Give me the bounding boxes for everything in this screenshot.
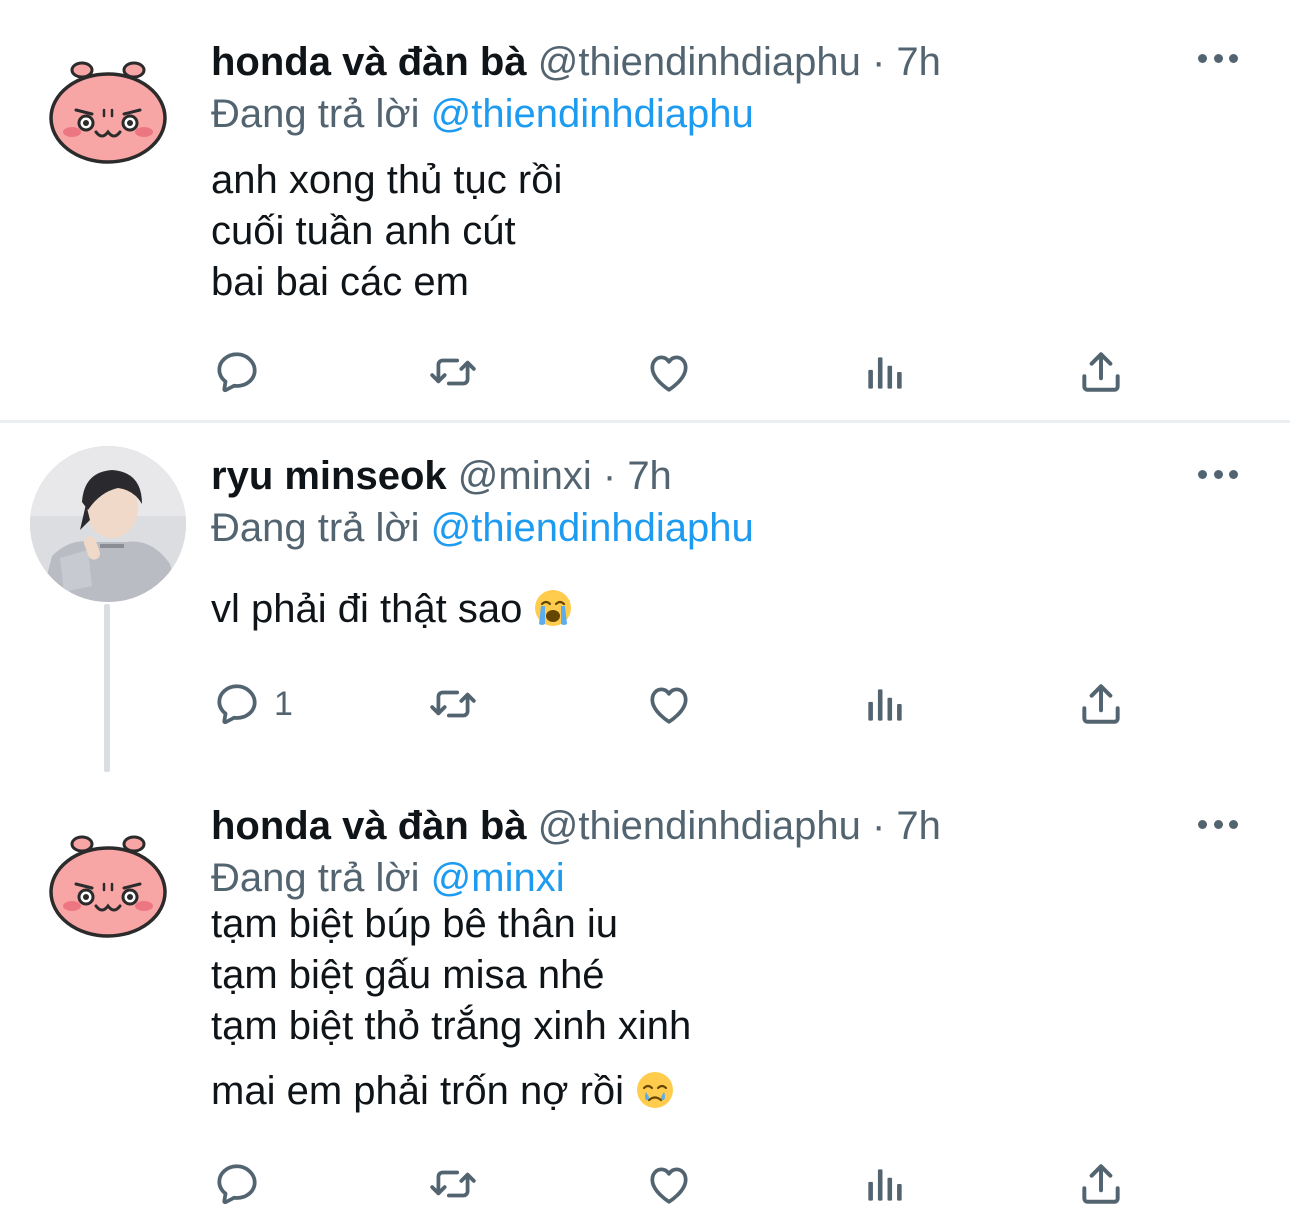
avatar[interactable] bbox=[30, 446, 186, 602]
views-icon bbox=[860, 679, 910, 729]
more-icon[interactable] bbox=[1198, 466, 1238, 482]
tweet[interactable]: honda và đàn bà @thiendinhdiaphu · 7h Đa… bbox=[0, 0, 1290, 420]
tweet-line: mai em phải trốn nợ rồi bbox=[211, 1069, 625, 1113]
loudly-crying-face-emoji bbox=[533, 588, 573, 628]
tweet-line-with-emoji: mai em phải trốn nợ rồi bbox=[211, 1066, 691, 1117]
views-icon bbox=[860, 1159, 910, 1209]
heart-icon bbox=[644, 347, 694, 397]
timestamp[interactable]: 7h bbox=[896, 804, 941, 848]
reply-button[interactable]: 1 bbox=[212, 674, 293, 734]
action-bar: 1 bbox=[0, 674, 1290, 734]
reply-button[interactable] bbox=[212, 1154, 274, 1214]
tweet-line: tạm biệt gấu misa nhé bbox=[211, 953, 605, 997]
separator: · bbox=[602, 454, 617, 498]
separator: · bbox=[871, 804, 886, 848]
display-name[interactable]: honda và đàn bà bbox=[211, 40, 527, 84]
mention-link[interactable]: @minxi bbox=[431, 856, 565, 900]
tweet-line: bai bai các em bbox=[211, 260, 469, 304]
timestamp[interactable]: 7h bbox=[627, 454, 672, 498]
retweet-icon bbox=[428, 679, 478, 729]
tweet[interactable]: honda và đàn bà @thiendinhdiaphu · 7h Đa… bbox=[0, 774, 1290, 1230]
share-icon bbox=[1076, 347, 1126, 397]
tweet-text: anh xong thủ tục rồi cuối tuần anh cút b… bbox=[211, 155, 562, 308]
face-holding-back-tears-emoji bbox=[635, 1070, 675, 1110]
profile-photo bbox=[30, 446, 186, 602]
heart-icon bbox=[644, 679, 694, 729]
replying-prefix: Đang trả lời bbox=[211, 856, 420, 900]
action-bar bbox=[0, 1154, 1290, 1214]
share-button[interactable] bbox=[1076, 342, 1126, 402]
tweet-line: tạm biệt búp bê thân iu bbox=[211, 902, 618, 946]
timestamp[interactable]: 7h bbox=[896, 40, 941, 84]
avatar[interactable] bbox=[30, 28, 186, 184]
tweet-text: tạm biệt búp bê thân iu tạm biệt gấu mis… bbox=[211, 899, 691, 1117]
tweet-header: honda và đàn bà @thiendinhdiaphu · 7h bbox=[211, 38, 941, 86]
retweet-icon bbox=[428, 347, 478, 397]
retweet-button[interactable] bbox=[428, 342, 478, 402]
tweet-header: ryu minseok @minxi · 7h bbox=[211, 452, 672, 500]
retweet-icon bbox=[428, 1159, 478, 1209]
user-handle[interactable]: @thiendinhdiaphu bbox=[538, 804, 861, 848]
tweet-line: tạm biệt thỏ trắng xinh xinh bbox=[211, 1004, 692, 1048]
replying-prefix: Đang trả lời bbox=[211, 92, 420, 136]
reply-icon bbox=[212, 347, 262, 397]
reply-count: 1 bbox=[274, 684, 293, 723]
tweet-line-with-emoji: vl phải đi thật sao bbox=[211, 584, 573, 635]
mention-link[interactable]: @thiendinhdiaphu bbox=[431, 506, 754, 550]
reply-icon bbox=[212, 1159, 262, 1209]
tweet-line: anh xong thủ tục rồi bbox=[211, 158, 563, 202]
tweet-header: honda và đàn bà @thiendinhdiaphu · 7h bbox=[211, 802, 941, 850]
separator: · bbox=[871, 40, 886, 84]
more-icon[interactable] bbox=[1198, 816, 1238, 832]
views-button[interactable] bbox=[860, 1154, 910, 1214]
like-button[interactable] bbox=[644, 342, 694, 402]
replying-prefix: Đang trả lời bbox=[211, 506, 420, 550]
avatar[interactable] bbox=[30, 802, 186, 958]
user-handle[interactable]: @minxi bbox=[458, 454, 592, 498]
like-button[interactable] bbox=[644, 1154, 694, 1214]
views-button[interactable] bbox=[860, 674, 910, 734]
reply-button[interactable] bbox=[212, 342, 274, 402]
replying-to: Đang trả lời @minxi bbox=[211, 854, 565, 902]
more-icon[interactable] bbox=[1198, 50, 1238, 66]
share-button[interactable] bbox=[1076, 674, 1126, 734]
tweet-text: vl phải đi thật sao bbox=[211, 584, 573, 635]
like-button[interactable] bbox=[644, 674, 694, 734]
mention-link[interactable]: @thiendinhdiaphu bbox=[431, 92, 754, 136]
share-button[interactable] bbox=[1076, 1154, 1126, 1214]
retweet-button[interactable] bbox=[428, 674, 478, 734]
pig-avatar-icon bbox=[30, 28, 186, 184]
retweet-button[interactable] bbox=[428, 1154, 478, 1214]
divider bbox=[0, 420, 1290, 423]
action-bar bbox=[0, 342, 1290, 402]
replying-to: Đang trả lời @thiendinhdiaphu bbox=[211, 90, 754, 138]
display-name[interactable]: honda và đàn bà bbox=[211, 804, 527, 848]
heart-icon bbox=[644, 1159, 694, 1209]
pig-avatar-icon bbox=[30, 802, 186, 958]
user-handle[interactable]: @thiendinhdiaphu bbox=[538, 40, 861, 84]
tweet-line: cuối tuần anh cút bbox=[211, 209, 516, 253]
views-button[interactable] bbox=[860, 342, 910, 402]
display-name[interactable]: ryu minseok bbox=[211, 454, 447, 498]
replying-to: Đang trả lời @thiendinhdiaphu bbox=[211, 504, 754, 552]
tweet-line: vl phải đi thật sao bbox=[211, 587, 523, 631]
tweet[interactable]: ryu minseok @minxi · 7h Đang trả lời @th… bbox=[0, 424, 1290, 774]
share-icon bbox=[1076, 679, 1126, 729]
reply-icon bbox=[212, 679, 262, 729]
share-icon bbox=[1076, 1159, 1126, 1209]
views-icon bbox=[860, 347, 910, 397]
